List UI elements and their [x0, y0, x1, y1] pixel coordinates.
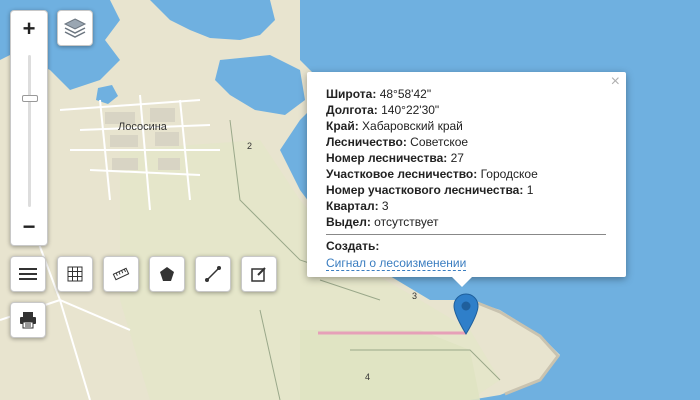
menu-icon — [19, 268, 37, 280]
edit-icon — [251, 267, 266, 282]
info-row-label: Номер участкового лесничества: — [326, 183, 524, 197]
create-label: Создать: — [326, 239, 380, 253]
place-label: Лососина — [118, 121, 167, 133]
location-marker-icon[interactable] — [453, 293, 479, 335]
separator — [326, 234, 606, 235]
info-row: Номер лесничества: 27 — [326, 150, 606, 166]
grid-icon — [67, 266, 83, 282]
info-row: Край: Хабаровский край — [326, 118, 606, 134]
info-row-value: отсутствует — [374, 215, 439, 229]
edit-button[interactable] — [241, 256, 277, 292]
info-row-label: Участковое лесничество: — [326, 167, 478, 181]
info-row-value: 3 — [381, 199, 389, 213]
info-row-value: 1 — [526, 183, 534, 197]
info-row: Лесничество: Советское — [326, 134, 606, 150]
close-popup-button[interactable]: × — [611, 74, 620, 90]
ruler-icon — [112, 267, 130, 281]
zoom-out-button[interactable]: − — [11, 209, 47, 245]
info-row: Долгота: 140°22'30" — [326, 102, 606, 118]
info-row: Участковое лесничество: Городское — [326, 166, 606, 182]
quarter-label-4: 4 — [365, 372, 371, 382]
zoom-slider-thumb[interactable] — [22, 95, 38, 102]
quarter-label-2: 2 — [247, 141, 253, 151]
print-button[interactable] — [10, 302, 46, 338]
info-row: Выдел: отсутствует — [326, 214, 606, 230]
menu-button[interactable] — [10, 256, 46, 292]
print-icon — [20, 312, 36, 329]
change-signal-link[interactable]: Сигнал о лесоизменении — [326, 256, 467, 271]
info-row-value: Советское — [410, 135, 469, 149]
zoom-in-button[interactable]: + — [11, 11, 47, 47]
info-row: Широта: 48°58'42" — [326, 86, 606, 102]
layers-button[interactable] — [57, 10, 93, 46]
info-row-value: 140°22'30" — [381, 103, 440, 117]
zoom-slider-track[interactable] — [28, 55, 31, 207]
info-row: Номер участкового лесничества: 1 — [326, 182, 606, 198]
info-row-label: Квартал: — [326, 199, 379, 213]
info-row-value: Хабаровский край — [362, 119, 463, 133]
layers-icon — [63, 18, 87, 38]
line-icon — [205, 266, 221, 282]
info-row-value: 27 — [450, 151, 464, 165]
info-popup: × Широта: 48°58'42" Долгота: 140°22'30" Кр… — [307, 72, 626, 287]
info-row-label: Край: — [326, 119, 359, 133]
info-row-label: Долгота: — [326, 103, 378, 117]
info-row-label: Выдел: — [326, 215, 371, 229]
info-row-label: Лесничество: — [326, 135, 407, 149]
line-button[interactable] — [195, 256, 231, 292]
quarter-label-3: 3 — [412, 291, 418, 301]
polygon-icon — [160, 267, 174, 281]
info-row-label: Номер лесничества: — [326, 151, 448, 165]
info-rows: Широта: 48°58'42" Долгота: 140°22'30" Край… — [326, 86, 606, 230]
info-row-value: Городское — [480, 167, 538, 181]
info-row: Квартал: 3 — [326, 198, 606, 214]
info-row-value: 48°58'42" — [379, 87, 432, 101]
zoom-control: + − — [10, 10, 48, 246]
info-row-label: Широта: — [326, 87, 377, 101]
polygon-button[interactable] — [149, 256, 185, 292]
popup-tip — [452, 277, 472, 287]
ruler-button[interactable] — [103, 256, 139, 292]
grid-button[interactable] — [57, 256, 93, 292]
